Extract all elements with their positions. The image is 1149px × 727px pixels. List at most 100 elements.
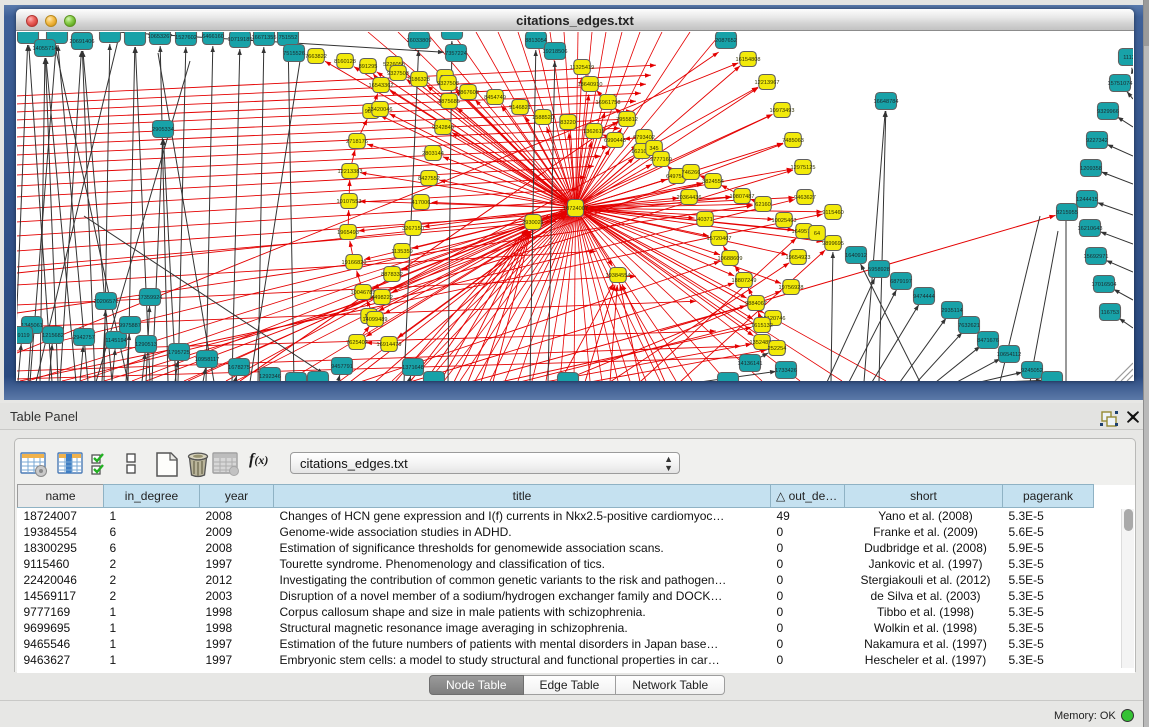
- svg-text:1965493: 1965493: [337, 230, 359, 236]
- svg-text:40371: 40371: [697, 217, 713, 223]
- svg-text:1733426: 1733426: [775, 368, 797, 374]
- svg-text:1145194: 1145194: [105, 338, 126, 344]
- svg-text:8878332: 8878332: [381, 272, 403, 278]
- svg-text:10107553: 10107553: [337, 199, 362, 205]
- svg-text:1244415: 1244415: [1076, 197, 1098, 203]
- svg-text:8471676: 8471676: [977, 338, 999, 344]
- svg-text:10025463: 10025463: [772, 218, 797, 224]
- svg-text:17016504: 17016504: [1092, 282, 1117, 288]
- svg-text:64: 64: [814, 231, 820, 237]
- svg-text:1112: 1112: [1123, 55, 1133, 61]
- svg-text:1640912: 1640912: [845, 253, 867, 259]
- svg-text:2935114: 2935114: [941, 308, 962, 314]
- svg-text:4498222: 4498222: [371, 295, 393, 301]
- svg-text:3824554: 3824554: [702, 179, 724, 185]
- svg-text:9975887: 9975887: [119, 323, 141, 329]
- svg-text:8427552: 8427552: [418, 176, 440, 182]
- svg-text:18640910: 18640910: [578, 82, 603, 88]
- svg-text:1527602: 1527602: [175, 35, 197, 41]
- svg-text:9327508: 9327508: [437, 81, 459, 87]
- svg-text:17359924: 17359924: [138, 295, 163, 301]
- svg-text:19384554: 19384554: [606, 273, 631, 279]
- svg-text:9899695: 9899695: [822, 241, 844, 247]
- svg-text:10688609: 10688609: [718, 256, 743, 262]
- svg-text:8160128: 8160128: [334, 59, 356, 65]
- svg-text:9463627: 9463627: [794, 195, 816, 201]
- svg-text:39119: 39119: [17, 333, 30, 339]
- svg-text:6879197: 6879197: [890, 279, 912, 285]
- svg-text:19218506: 19218506: [543, 49, 568, 55]
- svg-text:7955812: 7955812: [616, 117, 638, 123]
- svg-text:6466160: 6466160: [202, 34, 224, 40]
- svg-text:8186328: 8186328: [408, 77, 430, 83]
- svg-text:252254: 252254: [768, 346, 787, 352]
- svg-text:62160: 62160: [755, 202, 771, 208]
- svg-text:12975125: 12975125: [791, 165, 816, 171]
- svg-text:16543362: 16543362: [369, 83, 394, 89]
- svg-text:7485063: 7485063: [782, 138, 804, 144]
- svg-text:11325419: 11325419: [570, 65, 594, 71]
- svg-text:2942757: 2942757: [73, 335, 95, 341]
- svg-text:10958117: 10958117: [195, 357, 219, 363]
- svg-text:9474444: 9474444: [913, 294, 935, 300]
- svg-text:15751074: 15751074: [1108, 81, 1133, 87]
- svg-text:1362615: 1362615: [583, 129, 605, 135]
- svg-text:9115460: 9115460: [822, 210, 843, 216]
- svg-text:3875685: 3875685: [438, 99, 460, 105]
- svg-text:1615132: 1615132: [751, 323, 773, 329]
- svg-text:10719185: 10719185: [228, 37, 253, 43]
- svg-text:1215682: 1215682: [42, 333, 64, 339]
- svg-text:16154808: 16154808: [736, 57, 761, 63]
- svg-text:16033809: 16033809: [407, 38, 432, 44]
- svg-text:1588520: 1588520: [532, 115, 554, 121]
- svg-text:7357224: 7357224: [445, 51, 467, 57]
- svg-text:1292346: 1292346: [259, 374, 281, 380]
- svg-text:9884067: 9884067: [745, 301, 767, 307]
- svg-text:10973493: 10973493: [770, 108, 795, 114]
- svg-text:8813054: 8813054: [525, 38, 547, 44]
- svg-text:9146821: 9146821: [509, 105, 531, 111]
- svg-text:2087652: 2087652: [715, 38, 737, 44]
- svg-text:2905334: 2905334: [152, 127, 174, 133]
- svg-text:18807249: 18807249: [732, 278, 757, 284]
- svg-text:14099489: 14099489: [363, 317, 388, 323]
- svg-text:12213383: 12213383: [338, 169, 363, 175]
- svg-text:2803144: 2803144: [422, 151, 444, 157]
- svg-text:7632621: 7632621: [958, 323, 980, 329]
- svg-text:891295: 891295: [359, 64, 378, 70]
- svg-text:10807487: 10807487: [730, 194, 755, 200]
- svg-text:12213967: 12213967: [755, 80, 780, 86]
- svg-text:10653267: 10653267: [148, 34, 173, 40]
- svg-text:16648784: 16648784: [874, 99, 899, 105]
- svg-text:9245052: 9245052: [1021, 368, 1043, 374]
- svg-text:746266: 746266: [682, 170, 701, 176]
- svg-text:3267150: 3267150: [402, 226, 424, 232]
- svg-text:1290513: 1290513: [135, 342, 157, 348]
- svg-text:1135359: 1135359: [391, 249, 412, 255]
- svg-text:9227342: 9227342: [1086, 138, 1108, 144]
- svg-text:9242848: 9242848: [432, 125, 454, 131]
- svg-text:7625402: 7625402: [346, 340, 368, 346]
- svg-text:9777169: 9777169: [650, 157, 672, 163]
- svg-text:18724007: 18724007: [563, 206, 588, 212]
- svg-text:10654112: 10654112: [997, 352, 1021, 358]
- svg-text:16671355: 16671355: [252, 35, 277, 41]
- svg-text:16961758: 16961758: [596, 100, 621, 106]
- svg-text:6990448: 6990448: [604, 138, 626, 144]
- svg-text:20364436: 20364436: [677, 195, 702, 201]
- svg-text:9457791: 9457791: [331, 364, 353, 370]
- svg-text:23420046: 23420046: [368, 107, 393, 113]
- svg-text:2867608: 2867608: [457, 90, 479, 96]
- svg-text:1209358: 1209358: [1080, 166, 1102, 172]
- svg-text:15692971: 15692971: [1084, 254, 1109, 260]
- svg-text:14055714: 14055714: [33, 46, 58, 52]
- svg-text:1371648: 1371648: [402, 365, 424, 371]
- svg-text:1678275: 1678275: [228, 365, 250, 371]
- svg-text:417006: 417006: [412, 200, 431, 206]
- svg-text:7515526: 7515526: [283, 51, 305, 57]
- svg-text:116753: 116753: [1101, 310, 1119, 316]
- svg-text:751552: 751552: [279, 35, 298, 41]
- svg-text:9327503: 9327503: [387, 71, 409, 77]
- svg-text:19166829: 19166829: [342, 260, 367, 266]
- svg-text:20206576: 20206576: [94, 299, 119, 305]
